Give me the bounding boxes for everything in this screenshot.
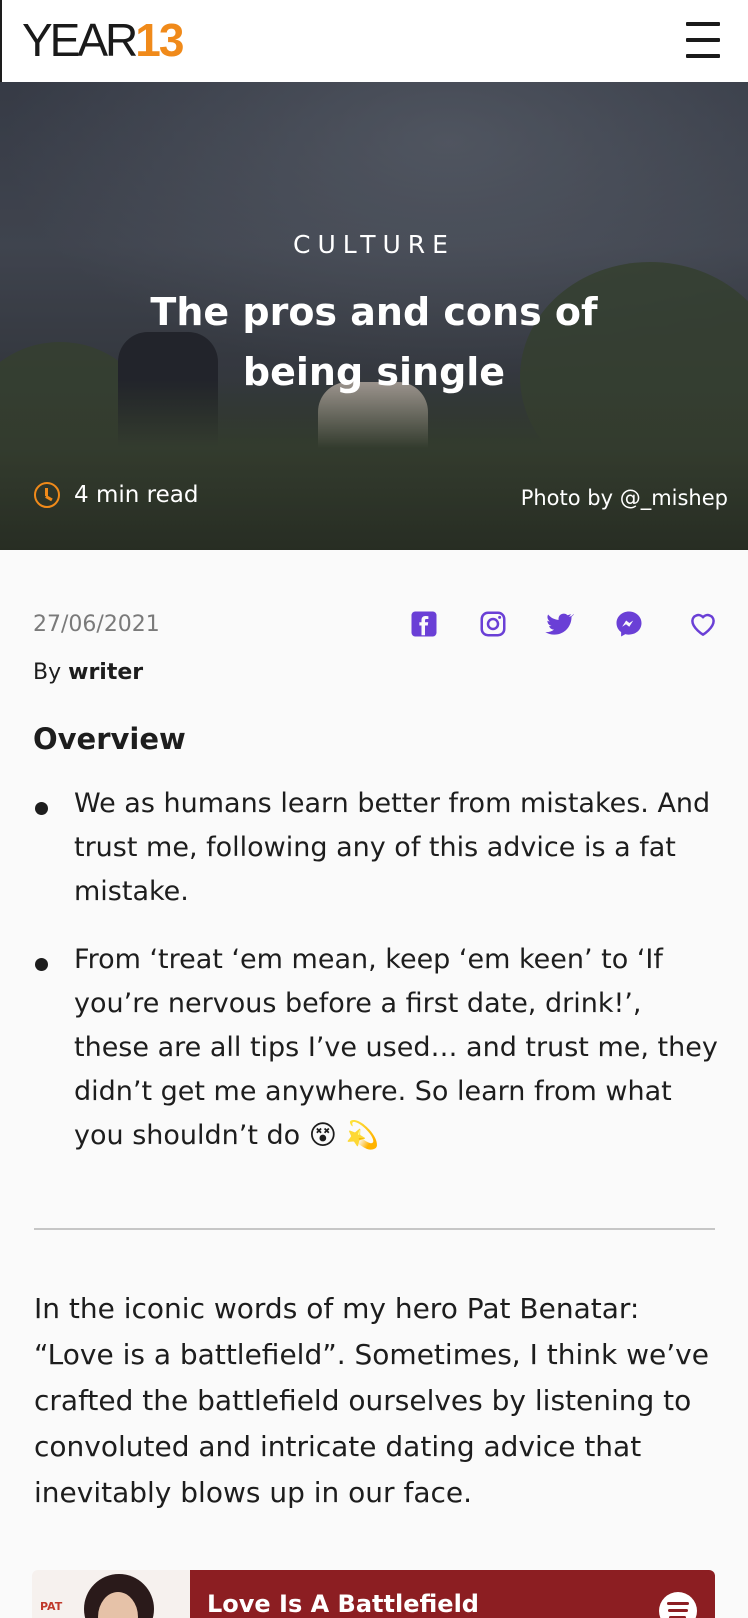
article-paragraph: In the iconic words of my hero Pat Benat…: [34, 1292, 709, 1509]
by-label: By: [33, 660, 62, 685]
site-header: YEAR 13: [0, 0, 748, 82]
publish-date: 27/06/2021: [33, 612, 160, 637]
overview-heading: Overview: [33, 722, 186, 756]
album-cover: PAT: [32, 1570, 190, 1618]
read-time-label: 4 min read: [74, 482, 199, 508]
hamburger-line: [686, 38, 720, 42]
read-time: 4 min read: [34, 482, 198, 508]
photo-credit: Photo by @_mishep: [520, 486, 728, 510]
year13-logo[interactable]: YEAR 13: [22, 14, 184, 66]
hamburger-line: [686, 22, 720, 26]
logo-number: 13: [135, 14, 184, 66]
article-category[interactable]: CULTURE: [0, 230, 748, 259]
track-title[interactable]: Love Is A Battlefield: [207, 1590, 479, 1618]
logo-word: YEAR: [22, 14, 138, 66]
overview-list: We as humans learn better from mistakes.…: [33, 782, 723, 1182]
messenger-icon[interactable]: [613, 608, 645, 640]
section-divider: [34, 1228, 715, 1230]
spotify-embed[interactable]: PAT Love Is A Battlefield: [32, 1570, 715, 1618]
hamburger-line: [686, 54, 720, 58]
heart-icon[interactable]: [687, 608, 719, 640]
overview-bullet: We as humans learn better from mistakes.…: [33, 782, 723, 914]
spotify-wave: [667, 1602, 689, 1605]
article-title: The pros and cons of being single: [150, 290, 598, 394]
hamburger-icon[interactable]: [686, 22, 720, 58]
twitter-icon[interactable]: [543, 608, 575, 640]
instagram-icon[interactable]: [477, 608, 509, 640]
spotify-wave: [668, 1609, 688, 1612]
byline: By writer: [33, 660, 143, 685]
cover-text: PAT: [40, 1600, 63, 1613]
hero-image: CULTURE The pros and cons of being singl…: [0, 82, 748, 550]
author-name[interactable]: writer: [68, 660, 143, 685]
clock-icon: [34, 482, 60, 508]
overview-bullet: From ‘treat ‘em mean, keep ‘em keen’ to …: [33, 938, 723, 1158]
facebook-icon[interactable]: [408, 608, 440, 640]
